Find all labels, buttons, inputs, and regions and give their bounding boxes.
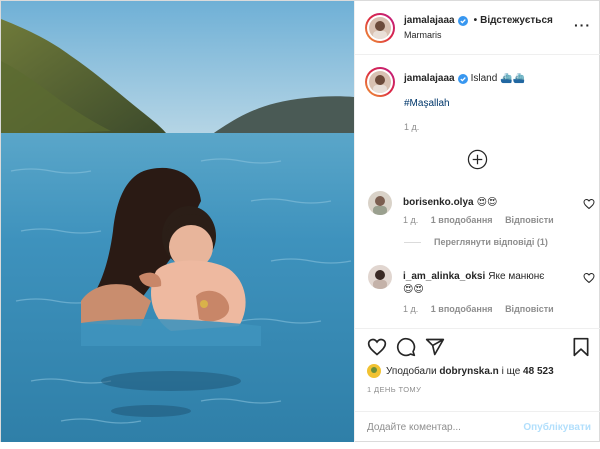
comment-icon[interactable]	[396, 337, 416, 357]
comment-reply-button[interactable]: Відповісти	[505, 215, 554, 225]
more-options-icon[interactable]: ···	[574, 17, 591, 33]
post-side-panel: jamalajaaa • Відстежується Marmaris ···	[354, 1, 600, 442]
replies-divider-line	[404, 241, 421, 243]
post-header: jamalajaaa • Відстежується Marmaris ···	[355, 1, 600, 55]
comment-time[interactable]: 1 д.	[403, 304, 418, 314]
commenter-avatar[interactable]	[368, 265, 392, 289]
liked-by-username[interactable]: dobrynska.n	[439, 366, 498, 377]
comment-reply-button[interactable]: Відповісти	[505, 304, 554, 314]
caption-time[interactable]: 1 д.	[404, 120, 594, 134]
plus-circle-icon[interactable]	[467, 149, 488, 170]
publish-comment-button[interactable]: Опублікувати	[523, 422, 591, 433]
sea-photo-illustration	[1, 1, 354, 442]
author-username[interactable]: jamalajaaa	[404, 14, 455, 28]
follow-status-button[interactable]: Відстежується	[480, 14, 553, 28]
verified-badge-icon	[457, 15, 468, 26]
caption-author-story-ring[interactable]	[365, 67, 395, 97]
heart-icon[interactable]	[367, 337, 387, 357]
comment-time[interactable]: 1 д.	[403, 215, 418, 225]
verified-badge-icon	[457, 74, 468, 84]
commenter-username[interactable]: i_am_alinka_oksi	[403, 271, 485, 282]
comment-input[interactable]	[367, 422, 524, 433]
caption-text: Island ⛴️⛴️	[470, 73, 525, 84]
commenter-avatar[interactable]	[368, 191, 392, 215]
post-photo[interactable]	[1, 1, 354, 442]
comment-text: 😍😍	[476, 197, 498, 208]
caption-author-avatar[interactable]	[369, 71, 391, 93]
author-avatar[interactable]	[369, 16, 391, 39]
post-modal: jamalajaaa • Відстежується Marmaris ···	[0, 0, 600, 442]
caption-hashtag-link[interactable]: #Maşallah	[404, 97, 594, 111]
author-story-ring[interactable]	[365, 12, 395, 43]
bookmark-icon[interactable]	[571, 337, 591, 357]
liked-by-prefix: Уподобали	[386, 365, 437, 377]
comment-like-heart-icon[interactable]	[583, 272, 595, 284]
liked-by-summary: Уподобали dobrynska.n і ще 48 523	[367, 364, 554, 378]
separator-dot: •	[473, 14, 478, 26]
view-replies-button[interactable]: Переглянути відповіді (1)	[404, 237, 548, 247]
post-actions-section: Уподобали dobrynska.n і ще 48 523 1 ДЕНЬ…	[355, 328, 600, 442]
liked-by-and: і ще	[501, 365, 521, 377]
post-location[interactable]: Marmaris	[404, 28, 553, 42]
comment-likes-count[interactable]: 1 вподобання	[431, 304, 493, 314]
liked-by-avatar[interactable]	[367, 364, 381, 378]
share-icon[interactable]	[425, 337, 445, 357]
commenter-username[interactable]: borisenko.olya	[403, 197, 474, 208]
comment-like-heart-icon[interactable]	[583, 198, 595, 210]
likes-count-button[interactable]: 48 523	[523, 366, 554, 377]
post-caption: jamalajaaa Island ⛴️⛴️ #Maşallah 1 д.	[365, 67, 595, 132]
add-comment-bar: Опублікувати	[355, 411, 600, 443]
comment-likes-count[interactable]: 1 вподобання	[431, 215, 493, 225]
view-replies-label: Переглянути відповіді (1)	[434, 237, 548, 247]
post-timestamp[interactable]: 1 ДЕНЬ ТОМУ	[367, 385, 421, 394]
caption-username[interactable]: jamalajaaa	[404, 72, 455, 86]
